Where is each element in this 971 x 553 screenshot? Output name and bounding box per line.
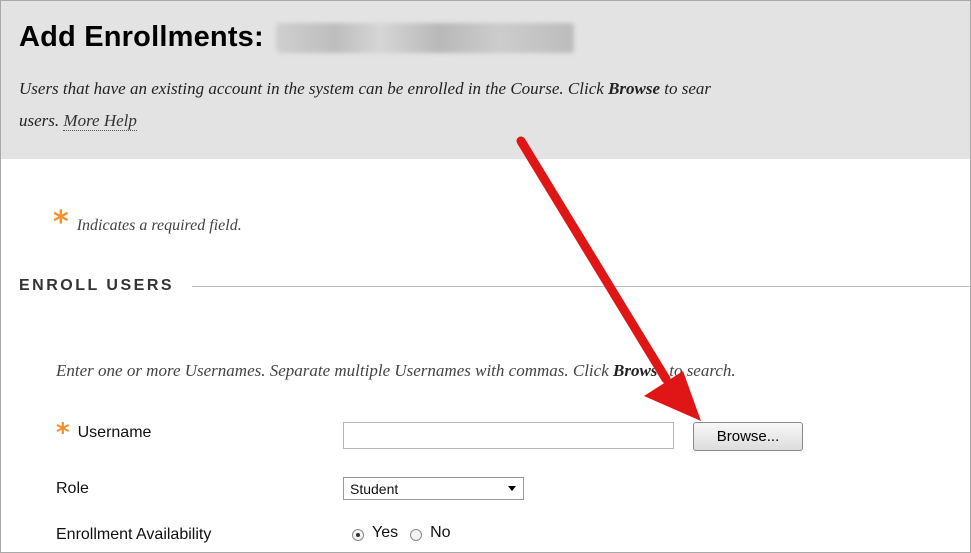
enroll-help-browse: Browse (613, 361, 665, 380)
enroll-help-text: Enter one or more Usernames. Separate mu… (56, 361, 736, 381)
availability-no-radio[interactable] (410, 528, 423, 541)
availability-yes-label[interactable]: Yes (372, 524, 398, 542)
browse-button[interactable]: Browse... (693, 422, 803, 451)
required-note: * Indicates a required field. (53, 205, 242, 240)
redacted-course-name (275, 22, 574, 53)
availability-radio-group: Yes No (352, 524, 451, 542)
username-label-text: Username (77, 424, 152, 441)
role-label: Role (56, 480, 89, 497)
chevron-down-icon (508, 486, 516, 491)
role-selected-value: Student (350, 480, 399, 497)
username-input[interactable] (343, 422, 674, 449)
availability-no-label[interactable]: No (430, 524, 450, 542)
section-header: ENROLL USERS (19, 277, 970, 295)
availability-yes-radio[interactable] (352, 528, 364, 541)
title-row: Add Enrollments: (19, 21, 574, 54)
enrollment-page: Add Enrollments: Users that have an exis… (0, 0, 971, 553)
page-title: Add Enrollments: (19, 21, 264, 53)
section-title: ENROLL USERS (19, 277, 175, 294)
instructions-line2: users. (19, 111, 64, 130)
asterisk-icon: * (56, 418, 70, 448)
more-help-link[interactable]: More Help (63, 111, 137, 131)
arrow-shaft (516, 136, 671, 384)
enroll-help-pre: Enter one or more Usernames. Separate mu… (56, 361, 613, 380)
instructions-text: Users that have an existing account in t… (19, 79, 609, 98)
page-header: Add Enrollments: Users that have an exis… (1, 1, 970, 159)
page-instructions: Users that have an existing account in t… (19, 73, 970, 137)
instructions-text-end: to sear (660, 79, 712, 98)
instructions-browse: Browse (608, 79, 661, 98)
enroll-help-post: to search. (664, 361, 736, 380)
required-note-text: Indicates a required field. (76, 217, 242, 234)
asterisk-icon: * (53, 205, 69, 240)
section-divider (192, 285, 970, 287)
availability-label: Enrollment Availability (56, 526, 212, 543)
username-label: * Username (56, 418, 152, 448)
role-select[interactable]: Student (343, 477, 524, 500)
